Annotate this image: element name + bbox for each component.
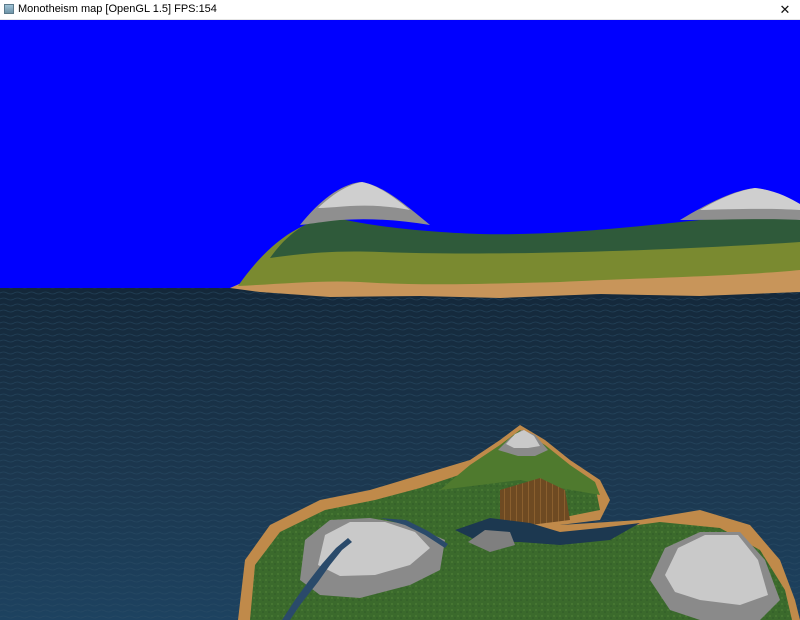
opengl-viewport[interactable] <box>0 20 800 620</box>
window-title: Monotheism map [OpenGL 1.5] FPS:154 <box>18 3 217 15</box>
close-button[interactable]: ✕ <box>770 0 800 20</box>
app-window-icon <box>4 4 14 14</box>
title-bar[interactable]: Monotheism map [OpenGL 1.5] FPS:154 ✕ <box>0 0 800 20</box>
app-window: Monotheism map [OpenGL 1.5] FPS:154 ✕ <box>0 0 800 620</box>
terrain-render <box>0 20 800 620</box>
